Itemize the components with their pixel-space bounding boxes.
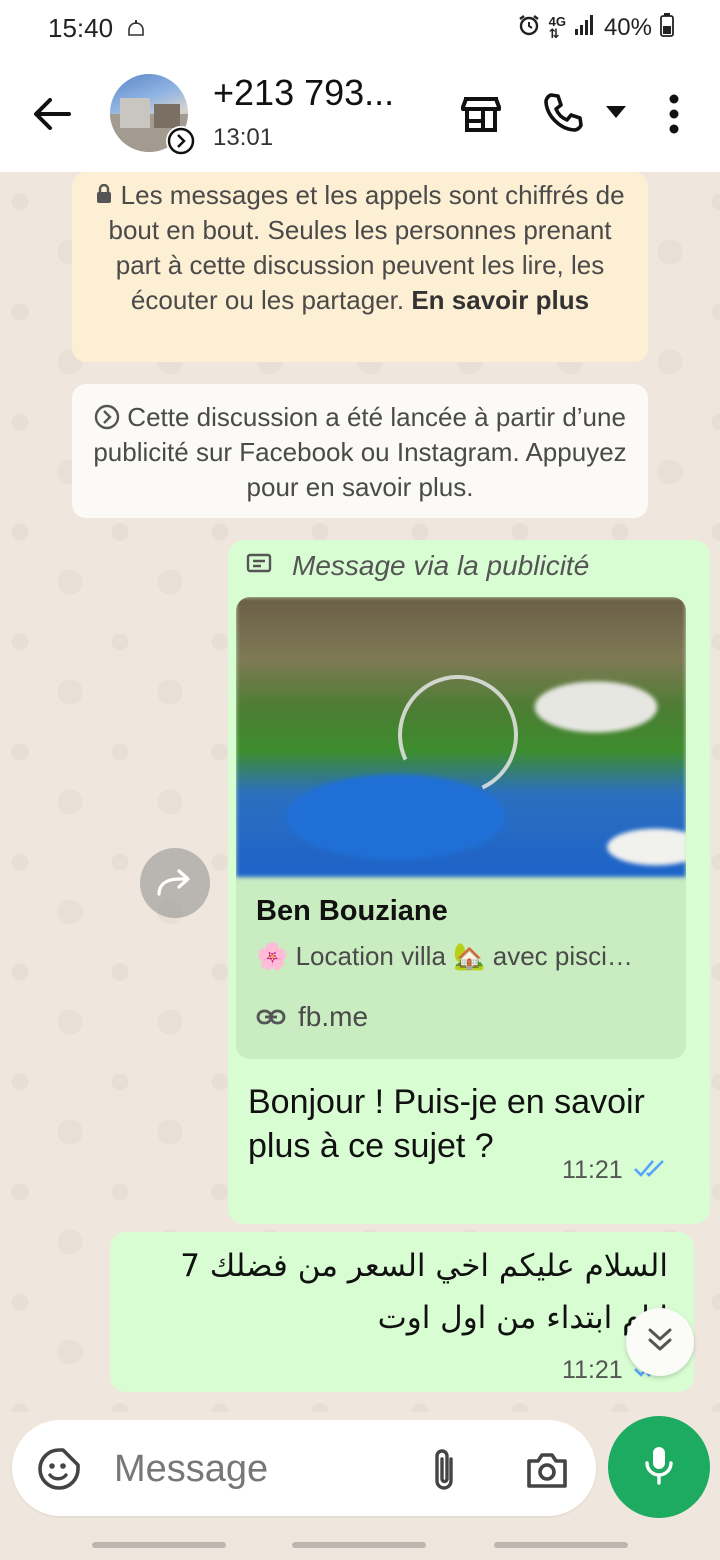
- ad-notice-text: Cette discussion a été lancée à partir d…: [93, 402, 627, 502]
- lock-icon: [95, 180, 120, 210]
- signal-icon: [574, 14, 596, 42]
- double-chevron-down-icon: [645, 1325, 675, 1360]
- battery-icon: [660, 12, 674, 44]
- mic-button[interactable]: [608, 1416, 710, 1518]
- ad-arrow-icon: [94, 402, 127, 432]
- contact-subtitle: 13:01: [213, 124, 274, 151]
- forward-icon[interactable]: [140, 848, 210, 918]
- ad-description: 🌸 Location villa 🏡 avec pisci…: [256, 941, 633, 971]
- message-meta: 11:21: [562, 1156, 667, 1185]
- microphone-icon: [643, 1445, 675, 1490]
- more-vert-icon[interactable]: [660, 90, 688, 138]
- 4g-icon: 4G ⇅: [548, 14, 566, 41]
- ad-preview-card[interactable]: Ben Bouziane 🌸 Location villa 🏡 avec pis…: [236, 597, 686, 1059]
- link-icon: [256, 1001, 286, 1033]
- store-icon[interactable]: [458, 92, 504, 136]
- scroll-down-button[interactable]: [626, 1308, 694, 1376]
- ad-label: Message via la publicité: [246, 550, 589, 582]
- attachment-icon[interactable]: [424, 1446, 464, 1492]
- alarm-icon: [517, 13, 541, 44]
- chat-area[interactable]: Les messages et les appels sont chiffrés…: [0, 172, 720, 1412]
- ad-link[interactable]: fb.me: [256, 1001, 368, 1033]
- outgoing-message[interactable]: السلام عليكم اخي السعر من فضلك 7 ايام اب…: [110, 1232, 694, 1392]
- camera-icon[interactable]: [524, 1448, 570, 1492]
- composer-bar: [12, 1420, 596, 1516]
- ad-origin-notice[interactable]: Cette discussion a été lancée à partir d…: [72, 384, 648, 518]
- dropdown-icon[interactable]: [602, 102, 630, 122]
- chat-header: +213 793... 13:01: [0, 56, 720, 172]
- ad-title: Ben Bouziane: [256, 895, 448, 927]
- contact-name[interactable]: +213 793...: [213, 72, 394, 114]
- battery-percent: 40%: [603, 14, 652, 41]
- nav-back-pill[interactable]: [494, 1542, 628, 1548]
- sticker-icon[interactable]: [36, 1446, 82, 1492]
- back-arrow-icon[interactable]: [30, 92, 74, 136]
- message-text: السلام عليكم اخي السعر من فضلك 7 ايام اب…: [180, 1248, 668, 1336]
- message-input[interactable]: [112, 1444, 406, 1494]
- learn-more-link[interactable]: En savoir plus: [411, 285, 589, 315]
- ad-label-text: Message via la publicité: [292, 550, 590, 581]
- ad-badge-icon: [166, 126, 196, 156]
- read-ticks-icon: [633, 1156, 667, 1185]
- mosque-notification-icon: [127, 13, 145, 44]
- nav-recents-pill[interactable]: [92, 1542, 226, 1548]
- ad-link-text: fb.me: [298, 1001, 369, 1032]
- nav-home-pill[interactable]: [292, 1542, 426, 1548]
- phone-icon[interactable]: [540, 90, 586, 136]
- message-text: Bonjour ! Puis-je en savoir plus à ce su…: [248, 1083, 645, 1165]
- outgoing-message-ad[interactable]: Message via la publicité Ben Bouziane 🌸 …: [228, 540, 710, 1224]
- status-bar: 15:40 4G ⇅ 40%: [0, 0, 720, 56]
- encryption-notice[interactable]: Les messages et les appels sont chiffrés…: [72, 172, 648, 362]
- message-time: 11:21: [562, 1156, 623, 1184]
- ad-message-icon: [246, 550, 272, 582]
- message-time: 11:21: [562, 1356, 623, 1384]
- status-time: 15:40: [48, 12, 114, 43]
- system-nav-bar: [0, 1528, 720, 1560]
